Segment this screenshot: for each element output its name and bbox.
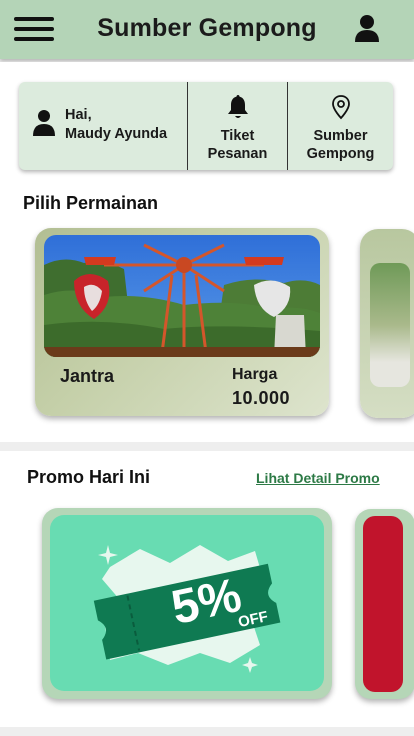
- next-promo-card[interactable]: [355, 509, 414, 699]
- location-label-line2: Gempong: [306, 146, 375, 162]
- greeting-text: Hai, Maudy Ayunda: [65, 106, 167, 144]
- ticket-label-line1: Tiket: [220, 128, 255, 144]
- game-photo-ferris-wheel: [44, 235, 320, 357]
- price-value: 10.000: [232, 388, 291, 408]
- promo-card-inner: 5% OFF: [50, 515, 324, 691]
- promo-section-title: Promo Hari Ini: [27, 467, 151, 487]
- ticket-orders-button[interactable]: Tiket Pesanan: [188, 82, 287, 170]
- price-label: Harga: [232, 366, 278, 383]
- user-profile-icon[interactable]: [352, 14, 382, 44]
- location-pin-icon: [331, 95, 350, 120]
- greeting-username: Maudy Ayunda: [65, 126, 168, 142]
- ticket-label-line2: Pesanan: [207, 146, 268, 162]
- next-promo-inner: [363, 516, 403, 692]
- game-card[interactable]: Jantra Harga 10.000: [35, 228, 329, 416]
- info-card: Hai, Maudy Ayunda Tiket Pesanan Sumber G…: [19, 82, 393, 170]
- location-button[interactable]: Sumber Gempong: [288, 82, 393, 170]
- games-section-title: Pilih Permainan: [23, 193, 159, 213]
- bell-icon: [227, 95, 248, 118]
- promo-card[interactable]: 5% OFF: [42, 508, 332, 699]
- next-game-photo: [370, 263, 410, 387]
- discount-coupon-icon: 5% OFF: [93, 545, 281, 673]
- greeting-cell: Hai, Maudy Ayunda: [19, 82, 187, 170]
- app-title: Sumber Gempong: [97, 14, 317, 42]
- game-name: Jantra: [60, 366, 115, 386]
- user-icon: [33, 110, 55, 136]
- promo-detail-link[interactable]: Lihat Detail Promo: [256, 470, 380, 486]
- app-header: Sumber Gempong: [0, 0, 414, 59]
- hamburger-menu-icon[interactable]: [14, 17, 54, 41]
- next-game-card[interactable]: [360, 229, 414, 418]
- location-label: Sumber Gempong: [288, 127, 393, 163]
- ticket-orders-label: Tiket Pesanan: [188, 127, 287, 163]
- greeting-hello: Hai,: [65, 107, 92, 123]
- location-label-line1: Sumber: [313, 128, 368, 144]
